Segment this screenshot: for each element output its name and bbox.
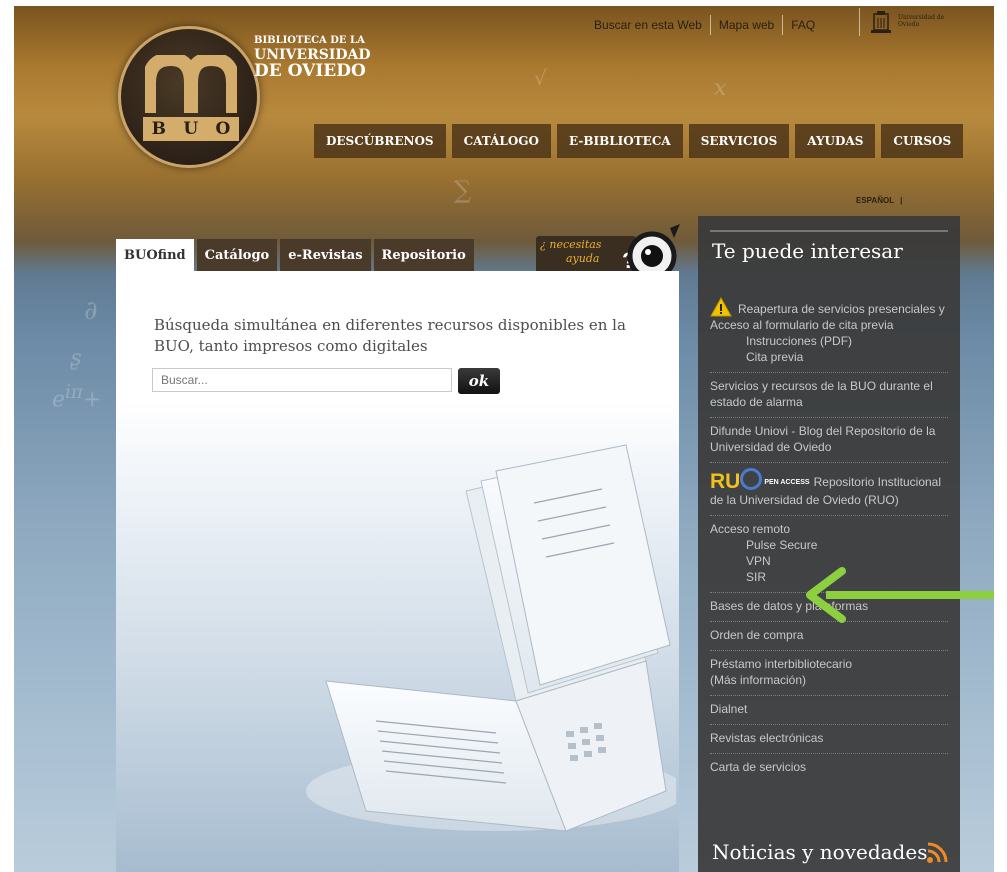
nav-cursos[interactable]: CURSOS <box>881 124 964 158</box>
lang-es-link[interactable]: ESPAÑOL <box>856 196 894 205</box>
help-text-line2: ayuda <box>566 252 600 265</box>
decorative-symbol: ʂ <box>70 346 82 371</box>
ruo-logo-u: U <box>725 470 741 493</box>
logo-letter: U <box>183 119 199 139</box>
university-logo[interactable]: Universidad de Oviedo <box>859 8 994 36</box>
main-navigation: DESCÚBRENOS CATÁLOGO E-BIBLIOTECA SERVIC… <box>314 124 964 158</box>
logo-letter: B <box>151 119 167 139</box>
search-description: Búsqueda simultánea en diferentes recurs… <box>154 316 626 355</box>
search-tabs: BUOfind Catálogo e-Revistas Repositorio <box>116 239 474 271</box>
pulse-secure-link[interactable]: Pulse Secure <box>710 537 948 553</box>
library-name-line1: BIBLIOTECA DE LA <box>254 35 365 46</box>
alarm-services-link[interactable]: Servicios y recursos de la BUO durante e… <box>710 373 948 418</box>
ruo-entry[interactable]: RU PEN ACCESS Repositorio Institucional d… <box>710 463 948 516</box>
difunde-blog-link[interactable]: Difunde Uniovi - Blog del Repositorio de… <box>710 418 948 463</box>
nav-descubrenos[interactable]: DESCÚBRENOS <box>314 124 446 158</box>
rss-icon[interactable] <box>926 842 948 864</box>
nav-servicios[interactable]: SERVICIOS <box>688 124 790 158</box>
service-charter-link[interactable]: Carta de servicios <box>710 754 948 782</box>
ruo-logo: RU PEN ACCESS <box>710 468 810 492</box>
reopening-entry[interactable]: Reapertura de servicios presenciales y A… <box>710 292 948 373</box>
decorative-symbol: ∑ <box>454 176 472 204</box>
search-panel: Búsqueda simultánea en diferentes recurs… <box>116 271 679 872</box>
interlibrary-loan-entry[interactable]: Préstamo interbibliotecario (Más informa… <box>710 651 948 696</box>
ruo-logo-o <box>740 468 763 490</box>
university-name-line2: Oviedo <box>898 21 920 28</box>
ruo-logo-r: R <box>710 470 726 493</box>
dialnet-link[interactable]: Dialnet <box>710 696 948 725</box>
tab-catalogo[interactable]: Catálogo <box>196 239 278 271</box>
help-text-line1: ¿ necesitas <box>540 238 602 251</box>
search-ok-button[interactable]: ok <box>458 368 500 394</box>
nav-e-biblioteca[interactable]: E-BIBLIOTECA <box>556 124 683 158</box>
news-title[interactable]: Noticias y novedades <box>712 840 927 864</box>
sitemap-link[interactable]: Mapa web <box>709 15 782 35</box>
decorative-symbol: ∂ <box>84 296 98 326</box>
faq-link[interactable]: FAQ <box>782 15 823 35</box>
library-name-line2: UNIVERSIDAD <box>254 47 371 63</box>
search-site-link[interactable]: Buscar en esta Web <box>586 15 710 35</box>
reopening-text: Reapertura de servicios presenciales y A… <box>710 302 945 332</box>
appointment-link[interactable]: Cita previa <box>710 349 948 365</box>
interlibrary-loan-link[interactable]: Préstamo interbibliotecario <box>710 657 852 671</box>
page-frame: ∂ ʂ eiπ+ √ x ∑ B U O BIBLIOTECA DE LA UN… <box>14 6 994 872</box>
language-switcher: ESPAÑOL | ENGLISH <box>856 196 944 205</box>
tab-buofind[interactable]: BUOfind <box>116 239 194 271</box>
logo-letters: B U O <box>143 117 239 141</box>
university-emblem-icon <box>871 11 891 33</box>
green-arrow <box>806 567 994 623</box>
search-input[interactable] <box>152 368 452 392</box>
instructions-pdf-link[interactable]: Instrucciones (PDF) <box>710 333 948 349</box>
warning-icon <box>710 297 732 317</box>
logo-arch-icon <box>145 55 237 113</box>
buo-logo[interactable]: B U O <box>118 26 260 168</box>
purchase-order-link[interactable]: Orden de compra <box>710 622 948 651</box>
top-links: Buscar en esta Web Mapa web FAQ <box>586 14 823 36</box>
sidebar-divider <box>710 230 948 232</box>
decorative-symbol: √ <box>534 66 547 90</box>
open-book-illustration <box>306 444 676 832</box>
ruo-logo-text: PEN ACCESS <box>764 479 810 486</box>
more-info-link[interactable]: (Más información) <box>710 673 806 687</box>
library-name-line3: DE OVIEDO <box>254 61 366 81</box>
decorative-symbol: eiπ+ <box>52 382 102 413</box>
library-name[interactable]: BIBLIOTECA DE LA UNIVERSIDAD DE OVIEDO <box>254 36 371 80</box>
nav-catalogo[interactable]: CATÁLOGO <box>451 124 551 158</box>
nav-ayudas[interactable]: AYUDAS <box>795 124 876 158</box>
remote-access-label: Acceso remoto <box>710 522 791 536</box>
tab-e-revistas[interactable]: e-Revistas <box>280 239 371 271</box>
sidebar: Te puede interesar Reapertura de servici… <box>698 216 960 872</box>
sidebar-title: Te puede interesar <box>712 239 903 263</box>
logo-letter: O <box>215 119 231 139</box>
lang-separator: | <box>900 196 903 205</box>
sidebar-links: Reapertura de servicios presenciales y A… <box>710 292 948 782</box>
tab-repositorio[interactable]: Repositorio <box>373 239 474 271</box>
decorative-symbol: x <box>714 76 727 101</box>
university-name: Universidad de Oviedo <box>898 15 944 28</box>
e-journals-link[interactable]: Revistas electrónicas <box>710 725 948 754</box>
lang-en-link[interactable]: ENGLISH <box>909 196 945 205</box>
